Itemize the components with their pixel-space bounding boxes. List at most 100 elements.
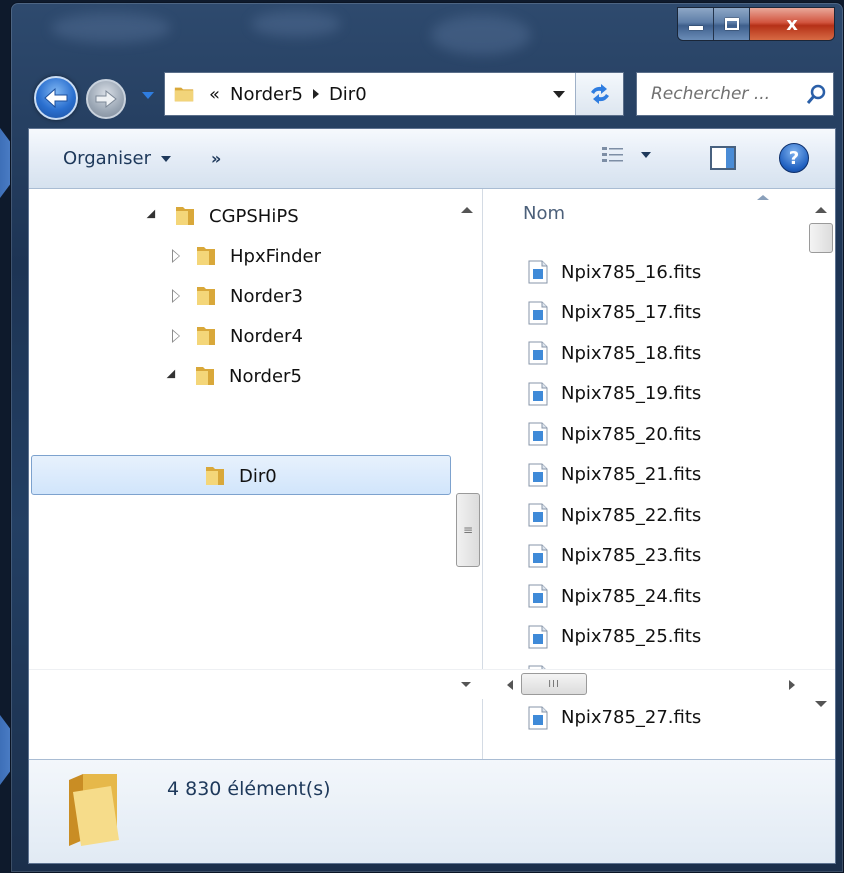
tree-item-norder3[interactable]: Norder3: [172, 277, 303, 315]
breadcrumb-norder5[interactable]: Norder5: [230, 84, 303, 105]
command-bar: Organiser » ?: [29, 129, 835, 189]
column-header-name[interactable]: Nom: [523, 203, 565, 224]
scroll-left-icon[interactable]: [507, 680, 513, 690]
tree-expand-icon[interactable]: [172, 289, 180, 303]
scroll-right-icon[interactable]: [789, 680, 795, 690]
file-icon: [528, 382, 548, 405]
tree-item-hpxfinder[interactable]: HpxFinder: [172, 237, 321, 275]
file-list-item[interactable]: Npix785_25.fits: [527, 618, 701, 656]
chevron-down-icon: [641, 152, 651, 158]
glass-reflection: [251, 11, 341, 37]
file-list-item[interactable]: Npix785_18.fits: [527, 334, 701, 372]
tree-item-label: HpxFinder: [230, 245, 321, 267]
file-list-item[interactable]: Npix785_24.fits: [527, 577, 701, 615]
tree-expand-icon[interactable]: [172, 329, 180, 343]
scroll-down-icon[interactable]: [815, 701, 827, 707]
file-list-item[interactable]: Npix785_19.fits: [527, 375, 701, 413]
file-icon: [528, 422, 548, 446]
maximize-button[interactable]: [714, 8, 750, 40]
tree-item-label: Norder3: [230, 285, 303, 307]
scroll-thumb[interactable]: [809, 223, 833, 253]
file-list-item[interactable]: Npix785_22.fits: [527, 496, 701, 534]
file-icon: [528, 260, 548, 284]
file-list-item[interactable]: Npix785_17.fits: [527, 294, 701, 332]
tree-item-norder4[interactable]: Norder4: [172, 317, 303, 355]
file-name: Npix785_19.fits: [561, 383, 702, 404]
folder-icon: [197, 287, 215, 305]
arrow-right-icon: [95, 89, 117, 109]
file-name: Npix785_21.fits: [561, 464, 702, 485]
file-name: Npix785_18.fits: [561, 342, 702, 364]
tree-collapse-icon[interactable]: [146, 209, 160, 223]
folder-icon: [196, 367, 214, 385]
file-icon: [528, 584, 548, 608]
file-icon: [528, 341, 548, 365]
maximize-icon: [724, 18, 739, 30]
help-icon: ?: [788, 147, 800, 169]
breadcrumb-dir0[interactable]: Dir0: [329, 84, 367, 105]
file-icon: [528, 544, 548, 567]
preview-pane-icon[interactable]: [709, 144, 737, 172]
sort-ascending-icon: [757, 195, 769, 200]
chevron-down-icon: [160, 155, 171, 162]
tree-item-cgpships[interactable]: CGPSHiPS: [146, 197, 299, 235]
file-name: Npix785_22.fits: [561, 504, 702, 526]
file-list-item[interactable]: Npix785_27.fits: [527, 699, 701, 737]
glass-reflection: [431, 15, 531, 55]
view-details-icon: [602, 147, 623, 162]
organise-menu-button[interactable]: Organiser: [63, 148, 171, 169]
close-button[interactable]: x: [750, 8, 834, 40]
file-icon: [528, 463, 548, 486]
file-list-item[interactable]: Npix785_23.fits: [527, 537, 701, 575]
forward-button[interactable]: [86, 79, 126, 119]
glass-reflection: [51, 13, 171, 43]
breadcrumb-overflow[interactable]: «: [209, 84, 220, 105]
tree-item-dir0[interactable]: Dir0: [203, 457, 277, 495]
address-bar[interactable]: « Norder5 Dir0: [164, 72, 624, 116]
close-icon: x: [786, 13, 798, 35]
file-name: Npix785_25.fits: [561, 626, 702, 647]
recent-pages-dropdown[interactable]: [142, 92, 154, 99]
horizontal-scrollbar[interactable]: III: [29, 669, 835, 699]
folder-icon: [197, 327, 215, 345]
folder-icon: [69, 774, 119, 846]
breadcrumb-separator-icon[interactable]: [312, 89, 319, 99]
refresh-icon: [590, 84, 609, 104]
file-list-item[interactable]: Npix785_20.fits: [527, 415, 701, 453]
tree-item-label: Norder4: [230, 325, 303, 347]
refresh-button[interactable]: [575, 73, 623, 115]
help-button[interactable]: ?: [779, 143, 809, 173]
more-commands-button[interactable]: »: [211, 149, 221, 168]
file-name: Npix785_27.fits: [561, 707, 702, 728]
tree-expand-icon[interactable]: [172, 249, 180, 263]
folder-icon: [197, 247, 215, 265]
minimize-button[interactable]: [678, 8, 714, 40]
back-button[interactable]: [34, 76, 78, 120]
details-pane: 4 830 élément(s): [29, 759, 835, 863]
organise-label: Organiser: [63, 148, 151, 169]
search-icon[interactable]: [805, 82, 829, 106]
tree-item-norder5[interactable]: Norder5: [166, 357, 302, 395]
search-input[interactable]: [651, 79, 801, 109]
scroll-thumb[interactable]: ≡: [456, 493, 480, 567]
file-name: Npix785_24.fits: [561, 585, 702, 607]
tree-item-label: CGPSHiPS: [209, 205, 299, 227]
tree-collapse-icon[interactable]: [166, 369, 180, 383]
tree-item-label: Norder5: [229, 365, 302, 387]
address-history-dropdown[interactable]: [553, 91, 565, 98]
scroll-up-icon[interactable]: [461, 207, 473, 213]
scroll-thumb[interactable]: III: [521, 673, 587, 695]
folder-icon: [176, 207, 194, 225]
file-icon: [528, 503, 548, 527]
explorer-content: Organiser » ? CGPSHiPS HpxFinder Norder3…: [28, 128, 836, 864]
minimize-icon: [688, 26, 703, 30]
file-name: Npix785_23.fits: [561, 545, 702, 566]
tree-item-label: Dir0: [239, 465, 277, 487]
scroll-down-icon[interactable]: [461, 682, 471, 687]
file-icon: [528, 706, 548, 729]
change-view-button[interactable]: [601, 145, 651, 165]
file-list-item[interactable]: Npix785_21.fits: [527, 456, 701, 494]
file-list-item[interactable]: Npix785_16.fits: [527, 253, 701, 291]
scroll-up-icon[interactable]: [815, 207, 827, 213]
breadcrumb: « Norder5 Dir0: [209, 84, 367, 105]
